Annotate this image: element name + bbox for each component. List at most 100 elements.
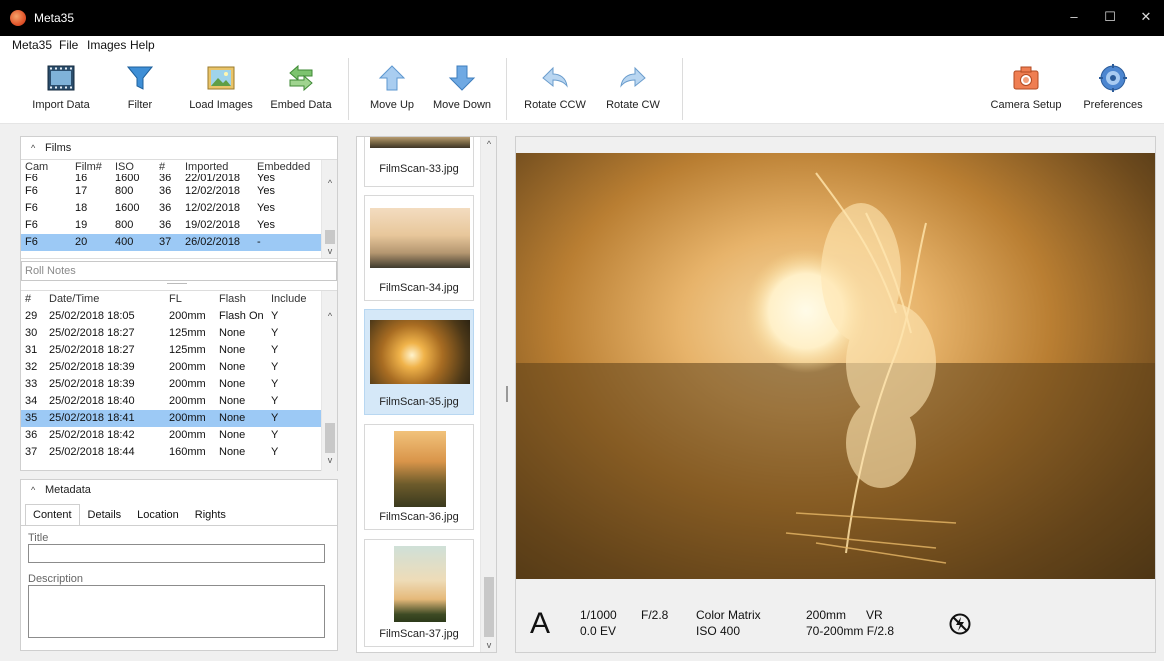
preferences-button[interactable]: Preferences	[1078, 54, 1148, 124]
column-header-cam[interactable]: Cam	[21, 160, 71, 174]
toolbar-separator	[348, 58, 349, 120]
tab-rights[interactable]: Rights	[187, 504, 234, 526]
minimize-button[interactable]: –	[1056, 0, 1092, 36]
description-field[interactable]	[28, 585, 325, 638]
meta35-logo-icon	[10, 10, 26, 26]
splitter-handle[interactable]	[167, 283, 187, 285]
metering-mode: Color Matrix	[696, 608, 761, 622]
rotate-cw-button[interactable]: Rotate CW	[600, 54, 666, 124]
column-header-datetime[interactable]: Date/Time	[45, 291, 165, 308]
tab-details[interactable]: Details	[80, 504, 130, 526]
metadata-header-label: Metadata	[45, 484, 91, 496]
table-row[interactable]: F6 16 1600 36 22/01/2018 Yes	[21, 174, 321, 183]
scroll-down-icon[interactable]: v	[322, 455, 337, 465]
scroll-thumb[interactable]	[325, 423, 335, 453]
thumbnail-card[interactable]: FilmScan-36.jpg	[364, 424, 474, 530]
table-row[interactable]: 33 25/02/2018 18:39 200mm None Y	[21, 376, 321, 393]
cell: 36	[25, 429, 38, 441]
table-row[interactable]: 37 25/02/2018 18:44 160mm None Y	[21, 444, 321, 461]
load-images-label: Load Images	[189, 99, 253, 111]
table-row-selected[interactable]: 35 25/02/2018 18:41 200mm None Y	[21, 410, 321, 427]
column-header-frame[interactable]: #	[21, 291, 45, 308]
table-row[interactable]: F6 19 800 36 19/02/2018 Yes	[21, 217, 321, 234]
cell: Y	[271, 378, 279, 390]
column-header-include[interactable]: Include	[267, 291, 321, 308]
cell: F6	[25, 219, 38, 231]
collapse-caret-icon: ^	[31, 143, 36, 153]
thumbnail-filename: FilmScan-37.jpg	[379, 628, 459, 640]
scroll-thumb[interactable]	[484, 577, 494, 637]
column-header-count[interactable]: #	[155, 160, 181, 174]
cell: 12/02/2018	[185, 202, 241, 214]
exposure-info-bar: A 1/1000 0.0 EV F/2.8 Color Matrix ISO 4…	[516, 595, 1155, 652]
collapse-caret-icon: ^	[31, 485, 36, 495]
tab-content[interactable]: Content	[25, 504, 80, 526]
splitter-handle[interactable]	[506, 386, 508, 402]
thumbnail-card[interactable]: FilmScan-37.jpg	[364, 539, 474, 647]
image-preview-panel: A 1/1000 0.0 EV F/2.8 Color Matrix ISO 4…	[515, 136, 1156, 653]
move-up-button[interactable]: Move Up	[360, 54, 424, 124]
thumbnail-card-selected[interactable]: FilmScan-35.jpg	[364, 309, 474, 415]
column-header-flash[interactable]: Flash	[215, 291, 267, 308]
flash-off-icon	[949, 613, 971, 635]
table-row[interactable]: 29 25/02/2018 18:05 200mm Flash On Y	[21, 308, 321, 325]
films-header[interactable]: ^ Films	[21, 137, 337, 159]
scroll-up-icon[interactable]: ^	[322, 311, 337, 321]
cell: 200mm	[165, 410, 215, 427]
table-row[interactable]: 30 25/02/2018 18:27 125mm None Y	[21, 325, 321, 342]
thumbnail-card[interactable]: FilmScan-33.jpg	[364, 137, 474, 187]
table-row-selected[interactable]: F6 20 400 37 26/02/2018 -	[21, 234, 321, 251]
cell: 26/02/2018	[181, 234, 253, 251]
menu-file[interactable]: File	[59, 38, 78, 52]
scroll-down-icon[interactable]: v	[481, 640, 496, 650]
maximize-button[interactable]: ☐	[1092, 0, 1128, 36]
table-row[interactable]: 36 25/02/2018 18:42 200mm None Y	[21, 427, 321, 444]
frames-scrollbar[interactable]: ^ v	[321, 291, 337, 471]
thumbnail-card[interactable]: FilmScan-34.jpg	[364, 195, 474, 301]
scroll-up-icon[interactable]: ^	[481, 139, 496, 149]
column-header-imported[interactable]: Imported	[181, 160, 253, 174]
title-label: Title	[28, 532, 49, 544]
close-button[interactable]: ✕	[1128, 0, 1164, 36]
table-row[interactable]: 34 25/02/2018 18:40 200mm None Y	[21, 393, 321, 410]
thumbnail-scrollbar[interactable]: ^ v	[480, 137, 496, 652]
rotate-ccw-icon	[542, 66, 568, 88]
cell: 400	[111, 234, 155, 251]
tab-location[interactable]: Location	[129, 504, 187, 526]
table-row[interactable]: F6 18 1600 36 12/02/2018 Yes	[21, 200, 321, 217]
menu-help[interactable]: Help	[130, 38, 155, 52]
menu-meta35[interactable]: Meta35	[12, 38, 52, 52]
scroll-thumb[interactable]	[325, 230, 335, 244]
cell: 800	[115, 185, 134, 197]
cell: -	[253, 234, 321, 251]
embed-data-button[interactable]: Embed Data	[266, 54, 336, 124]
title-field[interactable]	[28, 544, 325, 563]
films-scrollbar[interactable]: ^ v	[321, 160, 337, 258]
rotate-ccw-button[interactable]: Rotate CCW	[520, 54, 590, 124]
filter-button[interactable]: Filter	[110, 54, 170, 124]
cell: 34	[25, 395, 38, 407]
scroll-up-icon[interactable]: ^	[322, 178, 337, 188]
metadata-header[interactable]: ^ Metadata	[21, 480, 337, 500]
table-row[interactable]: 31 25/02/2018 18:27 125mm None Y	[21, 342, 321, 359]
cell: 29	[25, 310, 38, 322]
menu-images[interactable]: Images	[87, 38, 126, 52]
column-header-film[interactable]: Film#	[71, 160, 111, 174]
table-row[interactable]: 32 25/02/2018 18:39 200mm None Y	[21, 359, 321, 376]
scroll-down-icon[interactable]: v	[322, 246, 337, 256]
column-header-fl[interactable]: FL	[165, 291, 215, 308]
cell: 33	[25, 378, 38, 390]
column-header-iso[interactable]: ISO	[111, 160, 155, 174]
cell: 25/02/2018 18:39	[49, 361, 135, 373]
column-header-embedded[interactable]: Embedded	[253, 160, 321, 174]
table-row[interactable]: F6 17 800 36 12/02/2018 Yes	[21, 183, 321, 200]
frames-table: # Date/Time FL Flash Include 29 25/02/201…	[21, 290, 337, 471]
roll-notes-field[interactable]: Roll Notes	[21, 261, 337, 281]
import-data-button[interactable]: Import Data	[26, 54, 96, 124]
cell: None	[219, 344, 246, 356]
camera-setup-button[interactable]: Camera Setup	[986, 54, 1066, 124]
cell: 125mm	[169, 344, 206, 356]
cell: 31	[25, 344, 38, 356]
move-down-button[interactable]: Move Down	[427, 54, 497, 124]
load-images-button[interactable]: Load Images	[185, 54, 257, 124]
